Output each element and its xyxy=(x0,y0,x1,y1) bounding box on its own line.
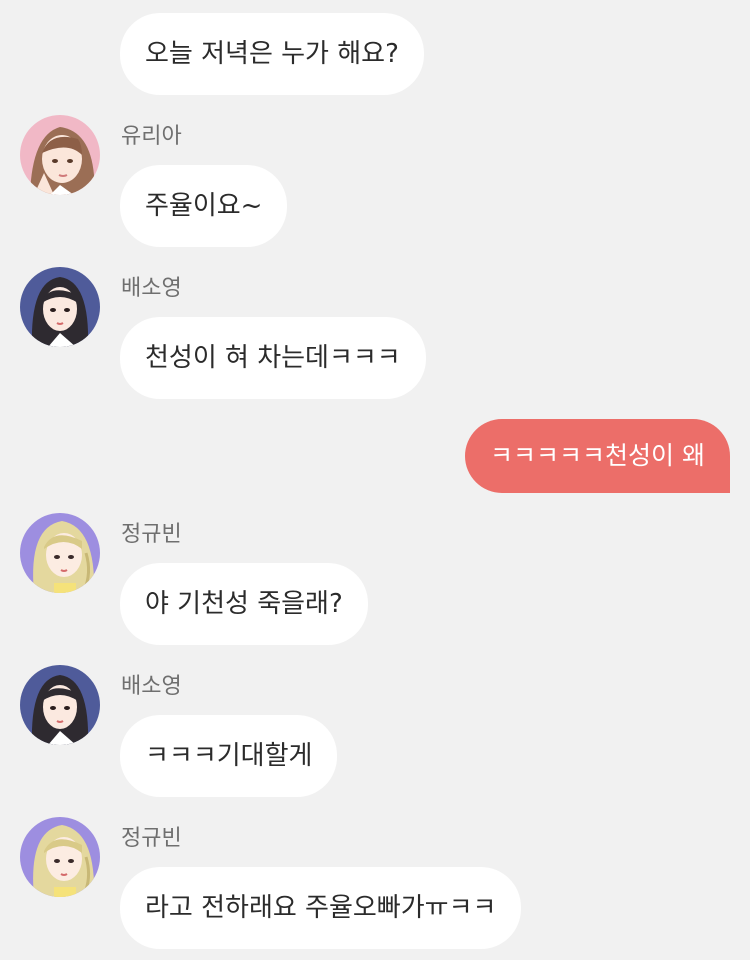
message-bubble[interactable]: 라고 전하래요 주율오빠가ㅠㅋㅋ xyxy=(120,867,522,949)
sender-name: 배소영 xyxy=(121,276,182,301)
message-bubble[interactable]: 오늘 저녁은 누가 해요? xyxy=(120,13,424,95)
message-bubble[interactable]: 주율이요~ xyxy=(120,165,288,247)
message-bubble[interactable]: 천성이 혀 차는데ㅋㅋㅋ xyxy=(120,317,426,399)
avatar-gyubin[interactable] xyxy=(20,513,100,593)
avatar-gyubin-image xyxy=(20,513,100,593)
my-message-bubble[interactable]: ㅋㅋㅋㅋㅋ천성이 왜 xyxy=(465,419,730,493)
message-bubble[interactable]: ㅋㅋㅋ기대할게 xyxy=(120,715,338,797)
avatar-gyubin[interactable] xyxy=(20,817,100,897)
sender-name: 정규빈 xyxy=(121,522,182,547)
sender-name: 배소영 xyxy=(121,674,182,699)
avatar-soyoung[interactable] xyxy=(20,665,100,745)
sender-name: 유리아 xyxy=(121,124,182,149)
avatar-soyoung-image xyxy=(20,267,100,347)
avatar-soyoung-image xyxy=(20,665,100,745)
avatar-yuria[interactable] xyxy=(20,115,100,195)
sender-name: 정규빈 xyxy=(121,826,182,851)
message-bubble[interactable]: 야 기천성 죽을래? xyxy=(120,563,368,645)
avatar-soyoung[interactable] xyxy=(20,267,100,347)
avatar-yuria-image xyxy=(20,115,100,195)
avatar-gyubin-image xyxy=(20,817,100,897)
